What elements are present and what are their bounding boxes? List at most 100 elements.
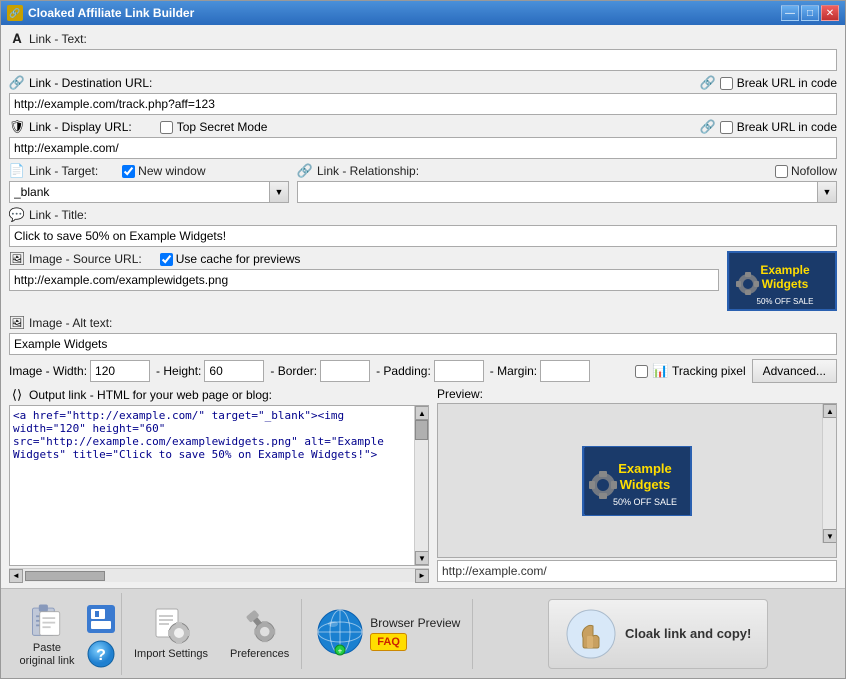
scrollbar-up-btn[interactable]: ▲	[415, 406, 429, 420]
link-text-label: Link - Text:	[29, 32, 87, 46]
titlebar-left: 🔗 Cloaked Affiliate Link Builder	[7, 5, 194, 21]
break-url2-checkbox[interactable]	[720, 121, 733, 134]
dest-url-label-row: 🔗 Link - Destination URL: 🔗 Break URL in…	[9, 75, 837, 91]
use-cache-checkbox[interactable]	[160, 253, 173, 266]
cloak-group: Cloak link and copy!	[475, 595, 841, 673]
top-secret-section: Top Secret Mode	[160, 120, 268, 134]
link-text-row: 𝐀 Link - Text:	[9, 31, 837, 71]
display-url-label: Link - Display URL:	[29, 120, 132, 134]
image-src-input[interactable]	[9, 269, 719, 291]
window-title: Cloaked Affiliate Link Builder	[28, 6, 194, 20]
output-scrollbar-h[interactable]: ◄ ►	[9, 568, 429, 582]
preview-inner: Example Widgets 50% OFF SALE	[582, 446, 692, 516]
output-scrollbar-v[interactable]: ▲ ▼	[414, 406, 428, 565]
scrollbar-down-btn[interactable]: ▼	[415, 551, 429, 565]
display-url-label-row: 🛡 Link - Display URL: Top Secret Mode 🔗 …	[9, 119, 837, 135]
dimensions-row: Image - Width: - Height: - Border: - Pad…	[9, 359, 837, 383]
faq-button[interactable]: FAQ	[370, 633, 460, 651]
width-group: Image - Width:	[9, 360, 150, 382]
browser-preview-label: Browser Preview	[370, 616, 460, 630]
margin-label: - Margin:	[490, 364, 537, 378]
height-input[interactable]	[204, 360, 264, 382]
output-textarea[interactable]: <a href="http://example.com/" target="_b…	[10, 406, 414, 565]
faq-badge[interactable]: FAQ	[370, 633, 407, 651]
output-textarea-wrap: <a href="http://example.com/" target="_b…	[9, 405, 429, 566]
cloak-link-label: Cloak link and copy!	[625, 626, 751, 642]
image-alt-input[interactable]	[9, 333, 837, 355]
use-cache-section: Use cache for previews	[160, 252, 301, 266]
nofollow-section: Nofollow	[775, 164, 837, 178]
dest-url-label: Link - Destination URL:	[29, 76, 152, 90]
app-icon: 🔗	[7, 5, 23, 21]
dest-url-input[interactable]	[9, 93, 837, 115]
break-url2-label: Break URL in code	[737, 120, 837, 134]
titlebar: 🔗 Cloaked Affiliate Link Builder — □ ✕	[1, 1, 845, 25]
link-text-input[interactable]	[9, 49, 837, 71]
dest-icon: 🔗	[9, 75, 25, 91]
advanced-button[interactable]: Advanced...	[752, 359, 837, 383]
margin-input[interactable]	[540, 360, 590, 382]
browser-preview-button[interactable]: +	[314, 606, 366, 661]
display-label-part: 🛡 Link - Display URL:	[9, 119, 132, 135]
new-window-checkbox[interactable]	[122, 165, 135, 178]
target-dropdown-btn[interactable]: ▼	[269, 181, 289, 203]
margin-group: - Margin:	[490, 360, 590, 382]
toolbar-separator-1	[301, 599, 302, 669]
padding-input[interactable]	[434, 360, 484, 382]
border-input[interactable]	[320, 360, 370, 382]
paste-original-button[interactable]: Paste original link	[11, 595, 83, 672]
relationship-label: Link - Relationship:	[317, 164, 419, 178]
display-url-input[interactable]	[9, 137, 837, 159]
scrollbar-thumb[interactable]	[415, 420, 428, 440]
tracking-pixel-checkbox[interactable]	[635, 365, 648, 378]
target-label-row: 📄 Link - Target: New window	[9, 163, 289, 179]
target-icon: 📄	[9, 163, 25, 179]
target-input-wrap: ▼	[9, 181, 289, 203]
preview-scroll-down[interactable]: ▼	[823, 529, 837, 543]
cloak-svg-icon	[565, 608, 617, 660]
help-button[interactable]: ?	[87, 640, 115, 671]
scrollbar-left-btn[interactable]: ◄	[9, 569, 23, 583]
help-icon: ?	[87, 640, 115, 668]
image-alt-row: 🖼 Image - Alt text:	[9, 315, 837, 355]
new-window-section: New window	[122, 164, 205, 178]
preferences-button[interactable]: Preferences	[220, 601, 299, 665]
browser-preview-group: + Browser Preview FAQ	[304, 593, 470, 675]
top-secret-checkbox[interactable]	[160, 121, 173, 134]
relationship-dropdown-btn[interactable]: ▼	[817, 181, 837, 203]
link-title-input[interactable]	[9, 225, 837, 247]
preview-image-box: ▲ ▼ Example	[437, 403, 837, 558]
preview-scroll-up[interactable]: ▲	[823, 404, 837, 418]
image-preview-svg: Example Widgets 50% OFF SALE	[730, 252, 835, 310]
browser-preview-labels: Browser Preview FAQ	[370, 616, 460, 650]
output-section: ⟨⟩ Output link - HTML for your web page …	[9, 387, 429, 582]
break-url2-section: 🔗 Break URL in code	[700, 119, 837, 135]
save-button[interactable]	[87, 605, 115, 636]
scrollbar-h-thumb[interactable]	[25, 571, 105, 581]
browser-preview-inner: + Browser Preview FAQ	[314, 606, 460, 661]
close-button[interactable]: ✕	[821, 5, 839, 21]
image-preview-box: Example Widgets 50% OFF SALE	[727, 251, 837, 311]
cloak-link-button[interactable]: Cloak link and copy!	[548, 599, 768, 669]
relationship-input[interactable]	[297, 181, 817, 203]
scrollbar-right-btn[interactable]: ►	[415, 569, 429, 583]
image-input-section: 🖼 Image - Source URL: Use cache for prev…	[9, 251, 719, 291]
image-source-row: 🖼 Image - Source URL: Use cache for prev…	[9, 251, 837, 311]
maximize-button[interactable]: □	[801, 5, 819, 21]
break-url-checkbox[interactable]	[720, 77, 733, 90]
svg-text:Example: Example	[760, 263, 810, 277]
import-settings-button[interactable]: Import Settings	[124, 601, 218, 665]
width-input[interactable]	[90, 360, 150, 382]
minimize-button[interactable]: —	[781, 5, 799, 21]
preview-url-text: http://example.com/	[442, 564, 547, 578]
height-group: - Height:	[156, 360, 264, 382]
target-section: 📄 Link - Target: New window ▼	[9, 163, 289, 203]
svg-text:Example: Example	[618, 461, 671, 476]
target-input[interactable]	[9, 181, 269, 203]
break-url2-icon: 🔗	[700, 119, 716, 135]
preview-url: http://example.com/	[437, 560, 837, 582]
globe-svg-icon: +	[314, 606, 366, 658]
image-src-label: 🖼 Image - Source URL:	[9, 251, 142, 267]
preview-scrollbar-v[interactable]: ▲ ▼	[822, 404, 836, 543]
nofollow-checkbox[interactable]	[775, 165, 788, 178]
